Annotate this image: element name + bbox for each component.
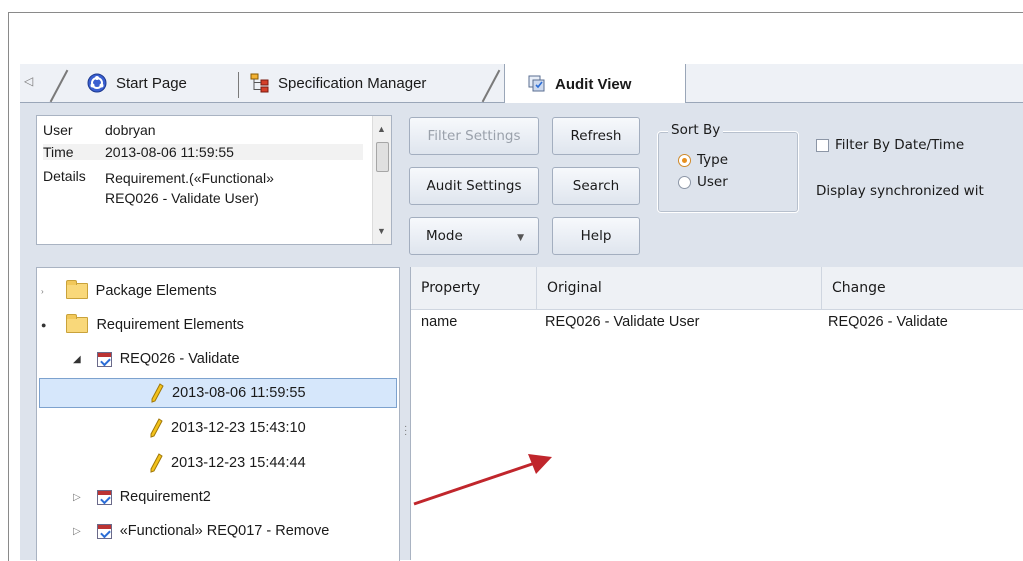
tree-item-label: REQ026 - Validate <box>119 351 240 367</box>
help-button[interactable]: Help <box>552 217 640 255</box>
sort-by-user-label: User <box>697 174 728 190</box>
details-time-value: 2013-08-06 11:59:55 <box>105 144 234 160</box>
tab-start-page[interactable]: Start Page <box>49 64 250 103</box>
specification-manager-icon <box>250 73 269 93</box>
tree-item-label: 2013-12-23 15:44:44 <box>171 455 306 471</box>
pencil-icon <box>150 418 163 438</box>
pencil-icon <box>150 453 163 473</box>
sort-by-type-radio[interactable]: Type <box>678 152 728 168</box>
scroll-up-icon[interactable]: ▲ <box>377 124 386 134</box>
cell-original: REQ026 - Validate User <box>545 314 700 330</box>
details-time-key: Time <box>43 144 74 160</box>
scrollbar-thumb[interactable] <box>376 142 389 172</box>
cell-change: REQ026 - Validate <box>828 314 948 330</box>
requirement-icon <box>96 351 112 367</box>
radio-selected-icon <box>678 153 691 167</box>
tree-item-timestamp[interactable]: 2013-12-23 15:43:10 <box>149 413 306 443</box>
details-line-1: Requirement.(«Functional» <box>105 170 274 186</box>
details-user-value: dobryan <box>105 122 156 138</box>
tab-specification-manager-label: Specification Manager <box>278 74 427 92</box>
tree-item-req026[interactable]: ◢ REQ026 - Validate <box>73 344 240 374</box>
column-header-change[interactable]: Change <box>822 267 1023 309</box>
filter-by-date-label: Filter By Date/Time <box>835 137 965 153</box>
tree-item-label: Requirement Elements <box>96 317 244 333</box>
pencil-icon <box>151 383 164 403</box>
audit-grid: Property Original Change name REQ026 - V… <box>410 267 1023 560</box>
radio-unselected-icon <box>678 175 691 189</box>
splitter-handle[interactable]: · · · <box>404 422 407 440</box>
audit-details-box[interactable]: User dobryan Time 2013-08-06 11:59:55 De… <box>36 115 392 245</box>
expand-icon: ▷ <box>73 491 81 503</box>
expand-icon: › <box>41 286 44 296</box>
filter-settings-button[interactable]: Filter Settings <box>409 117 539 155</box>
tree-item-label: «Functional» REQ017 - Remove <box>119 523 330 539</box>
tab-scroll-left-icon[interactable]: ◁ <box>24 74 36 90</box>
tree-item-timestamp[interactable]: 2013-12-23 15:44:44 <box>149 448 306 478</box>
sort-by-group: Sort By Type User <box>657 122 799 213</box>
details-details-row: Details Requirement.(«Functional» REQ026… <box>43 168 274 208</box>
tree-item-label: 2013-08-06 11:59:55 <box>172 385 306 401</box>
details-time-row: Time 2013-08-06 11:59:55 <box>43 144 363 160</box>
column-header-property[interactable]: Property <box>411 267 537 309</box>
mode-button-label: Mode <box>426 228 463 244</box>
tree-item-req017[interactable]: ▷ «Functional» REQ017 - Remove <box>73 516 329 546</box>
chevron-down-icon: ▼ <box>517 233 524 243</box>
details-user-key: User <box>43 122 73 138</box>
audit-view-icon <box>528 75 545 92</box>
table-row[interactable]: name REQ026 - Validate User REQ026 - Val… <box>411 310 1023 336</box>
tab-audit-view[interactable]: Audit View <box>504 64 686 104</box>
collapse-icon: ◢ <box>73 353 81 365</box>
tab-divider <box>481 69 501 103</box>
filter-by-date-checkbox[interactable]: Filter By Date/Time <box>816 137 964 153</box>
sort-by-user-radio[interactable]: User <box>678 174 728 190</box>
details-details-key: Details <box>43 168 86 184</box>
requirement-icon <box>96 523 112 539</box>
folder-icon <box>66 314 89 333</box>
cell-property: name <box>421 314 458 330</box>
display-synchronized-label: Display synchronized wit <box>816 183 984 199</box>
start-page-icon <box>87 73 107 93</box>
column-header-original[interactable]: Original <box>537 267 822 309</box>
audit-tree: › Package Elements ● Requirement Element… <box>36 267 400 561</box>
details-user-row: User dobryan <box>43 122 156 138</box>
details-line-2: REQ026 - Validate User) <box>105 190 259 206</box>
refresh-button[interactable]: Refresh <box>552 117 640 155</box>
search-button[interactable]: Search <box>552 167 640 205</box>
tab-audit-view-label: Audit View <box>555 75 632 93</box>
tree-item-requirement2[interactable]: ▷ Requirement2 <box>73 482 211 512</box>
expand-icon: ● <box>41 320 47 330</box>
mode-dropdown-button[interactable]: Mode ▼ <box>409 217 539 255</box>
tab-specification-manager[interactable]: Specification Manager <box>238 64 501 103</box>
tree-item-requirement-elements[interactable]: ● Requirement Elements <box>41 310 244 340</box>
requirement-icon <box>96 489 112 505</box>
grid-header: Property Original Change <box>411 267 1023 310</box>
sort-by-type-label: Type <box>697 152 729 168</box>
tree-item-timestamp-selected[interactable]: 2013-08-06 11:59:55 <box>39 378 397 408</box>
tab-strip: ◁ Start Page Specification Manager Audit… <box>20 64 1023 104</box>
scroll-down-icon[interactable]: ▼ <box>377 226 386 236</box>
checkbox-icon <box>816 138 829 152</box>
details-details-value: Requirement.(«Functional» REQ026 - Valid… <box>105 168 274 208</box>
details-scrollbar[interactable]: ▲ ▼ <box>372 116 391 244</box>
folder-icon <box>65 280 88 299</box>
tree-item-label: 2013-12-23 15:43:10 <box>171 420 306 436</box>
tab-start-page-label: Start Page <box>116 74 187 92</box>
sort-by-legend: Sort By <box>668 122 724 138</box>
audit-settings-button[interactable]: Audit Settings <box>409 167 539 205</box>
audit-view-panel: User dobryan Time 2013-08-06 11:59:55 De… <box>20 103 1023 561</box>
expand-icon: ▷ <box>73 525 81 537</box>
tree-item-label: Requirement2 <box>119 489 211 505</box>
tab-divider <box>49 69 69 103</box>
tree-item-package-elements[interactable]: › Package Elements <box>41 276 217 306</box>
tree-item-label: Package Elements <box>95 283 217 299</box>
